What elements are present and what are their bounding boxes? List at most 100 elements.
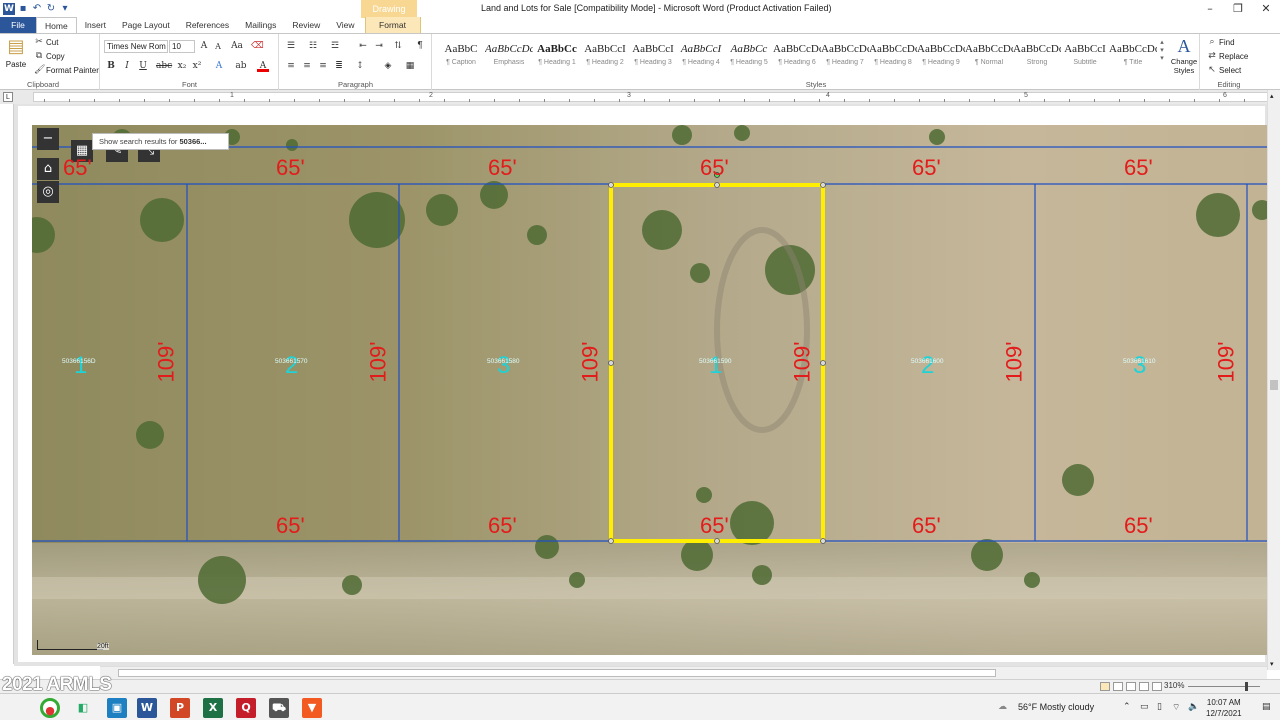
tab-page-layout[interactable]: Page Layout <box>114 17 178 33</box>
style-gallery-item[interactable]: AaBbCcDd Strong <box>1013 37 1061 77</box>
car-app-icon[interactable]: ⛟ <box>269 698 289 718</box>
style-gallery-item[interactable]: AaBbCc ¶ Heading 1 <box>533 37 581 77</box>
resize-handle[interactable] <box>608 538 614 544</box>
style-gallery-item[interactable]: AaBbCcI ¶ Heading 3 <box>629 37 677 77</box>
tab-view[interactable]: View <box>328 17 362 33</box>
search-suggestion-tooltip[interactable]: Show search results for 50366... <box>92 133 229 150</box>
change-styles-button[interactable]: A Change Styles <box>1169 37 1199 75</box>
tab-format[interactable]: Format <box>364 17 421 33</box>
style-gallery-item[interactable]: AaBbCcI ¶ Heading 4 <box>677 37 725 77</box>
underline-button[interactable]: U <box>137 60 149 72</box>
resize-handle[interactable] <box>714 538 720 544</box>
word-taskbar-icon[interactable]: W <box>137 698 157 718</box>
battery-icon[interactable]: ▯ <box>1157 702 1162 712</box>
tab-file[interactable]: File <box>0 17 36 33</box>
strikethrough-icon[interactable]: abc <box>156 60 172 72</box>
copy-button[interactable]: ⧉ Copy <box>34 51 65 61</box>
superscript-icon[interactable]: x² <box>191 60 203 72</box>
line-spacing-icon[interactable]: ↕ <box>354 60 366 72</box>
tray-chevron-icon[interactable]: ⌃ <box>1123 702 1131 712</box>
find-button[interactable]: ⌕ Find <box>1207 37 1234 47</box>
resize-handle[interactable] <box>608 182 614 188</box>
file-explorer-icon[interactable]: ◧ <box>73 698 93 718</box>
zoom-out-button[interactable]: − <box>37 128 59 150</box>
powerpoint-icon[interactable]: P <box>170 698 190 718</box>
resize-handle[interactable] <box>714 182 720 188</box>
zoom-slider-thumb[interactable] <box>1245 682 1248 691</box>
resize-handle[interactable] <box>608 360 614 366</box>
outline-view-button[interactable] <box>1139 682 1149 691</box>
tab-review[interactable]: Review <box>284 17 328 33</box>
wifi-icon[interactable]: ⌔ <box>1172 702 1180 713</box>
subscript-icon[interactable]: x₂ <box>176 60 188 72</box>
horizontal-scroll-thumb[interactable] <box>118 669 996 677</box>
scroll-up-icon[interactable]: ▴ <box>1270 92 1274 100</box>
bullets-icon[interactable]: ☰ <box>285 40 297 52</box>
tab-references[interactable]: References <box>178 17 237 33</box>
sort-icon[interactable]: ⇅ <box>392 40 404 52</box>
style-gallery-item[interactable]: AaBbCcI Subtitle <box>1061 37 1109 77</box>
format-painter-button[interactable]: 🖌 Format Painter <box>34 65 99 75</box>
save-icon[interactable]: ▪ <box>17 3 29 15</box>
highlight-icon[interactable]: ab <box>235 60 247 72</box>
style-gallery-item[interactable]: AaBbCcDc ¶ Normal <box>965 37 1013 77</box>
zoom-slider[interactable] <box>1188 686 1260 687</box>
replace-button[interactable]: ⇄ Replace <box>1207 51 1248 61</box>
restore-button[interactable]: ❐ <box>1224 0 1252 18</box>
style-gallery-item[interactable]: AaBbCcDc Emphasis <box>485 37 533 77</box>
shrink-font-icon[interactable]: A <box>212 41 224 53</box>
close-button[interactable]: ✕ <box>1252 0 1280 18</box>
volume-icon[interactable]: 🔈 <box>1188 702 1199 712</box>
borders-icon[interactable]: ▦ <box>404 60 416 72</box>
zoom-level[interactable]: 310% <box>1164 681 1184 690</box>
print-layout-view-button[interactable] <box>1100 682 1110 691</box>
style-gallery-item[interactable]: AaBbCcDdI ¶ Title <box>1109 37 1157 77</box>
select-button[interactable]: ↖ Select <box>1207 65 1241 75</box>
change-case-icon[interactable]: Aa <box>231 40 243 52</box>
customize-qat-icon[interactable]: ▾ <box>59 3 71 15</box>
cut-button[interactable]: ✂ Cut <box>34 37 58 47</box>
clear-formatting-icon[interactable]: ⌫ <box>251 40 264 52</box>
style-gallery-item[interactable]: AaBbCcDc ¶ Heading 7 <box>821 37 869 77</box>
justify-icon[interactable]: ≣ <box>333 60 345 72</box>
multilevel-list-icon[interactable]: ☲ <box>329 40 341 52</box>
home-view-button[interactable]: ⌂ <box>37 158 59 180</box>
quicken-icon[interactable]: Q <box>236 698 256 718</box>
scroll-down-icon[interactable]: ▾ <box>1270 660 1274 668</box>
network-icon[interactable]: ▭ <box>1140 702 1149 712</box>
styles-scroll[interactable]: ▴ ▾ ▾ <box>1158 38 1166 62</box>
align-left-icon[interactable]: ≡ <box>285 60 297 72</box>
align-right-icon[interactable]: ≡ <box>317 60 329 72</box>
weather-icon[interactable]: ☁ <box>998 702 1007 712</box>
grow-font-icon[interactable]: A <box>198 40 210 52</box>
paste-button[interactable]: ▤ Paste <box>4 36 28 69</box>
chrome-icon[interactable]: ● <box>40 698 60 718</box>
full-screen-view-button[interactable] <box>1113 682 1123 691</box>
style-gallery-item[interactable]: AaBbCcDc ¶ Heading 6 <box>773 37 821 77</box>
weather-text[interactable]: 56°F Mostly cloudy <box>1018 702 1094 712</box>
system-clock[interactable]: 10:07 AM 12/7/2021 <box>1206 697 1242 719</box>
tab-home[interactable]: Home <box>36 17 77 33</box>
font-color-icon[interactable]: A <box>257 60 269 72</box>
style-gallery-item[interactable]: AaBbC ¶ Caption <box>437 37 485 77</box>
style-gallery-item[interactable]: AaBbCcI ¶ Heading 2 <box>581 37 629 77</box>
resize-handle[interactable] <box>820 360 826 366</box>
style-gallery-item[interactable]: AaBbCcDc ¶ Heading 9 <box>917 37 965 77</box>
photos-icon[interactable]: ▣ <box>107 698 127 718</box>
minimize-button[interactable]: – <box>1196 0 1224 18</box>
increase-indent-icon[interactable]: ⇥ <box>373 40 385 52</box>
vertical-scroll-thumb[interactable] <box>1270 380 1278 390</box>
vertical-ruler[interactable] <box>4 104 14 664</box>
excel-icon[interactable]: X <box>203 698 223 718</box>
resize-handle[interactable] <box>820 538 826 544</box>
vertical-scrollbar[interactable]: ▴ ▾ <box>1267 90 1280 670</box>
style-gallery-item[interactable]: AaBbCc ¶ Heading 5 <box>725 37 773 77</box>
tab-mailings[interactable]: Mailings <box>237 17 284 33</box>
shading-icon[interactable]: ◈ <box>382 60 394 72</box>
tab-insert[interactable]: Insert <box>77 17 114 33</box>
font-size-select[interactable]: 10 <box>169 40 195 53</box>
tab-selector[interactable]: L <box>3 92 13 102</box>
align-center-icon[interactable]: ≡ <box>301 60 313 72</box>
locate-me-button[interactable]: ◎ <box>37 181 59 203</box>
numbering-icon[interactable]: ☷ <box>307 40 319 52</box>
